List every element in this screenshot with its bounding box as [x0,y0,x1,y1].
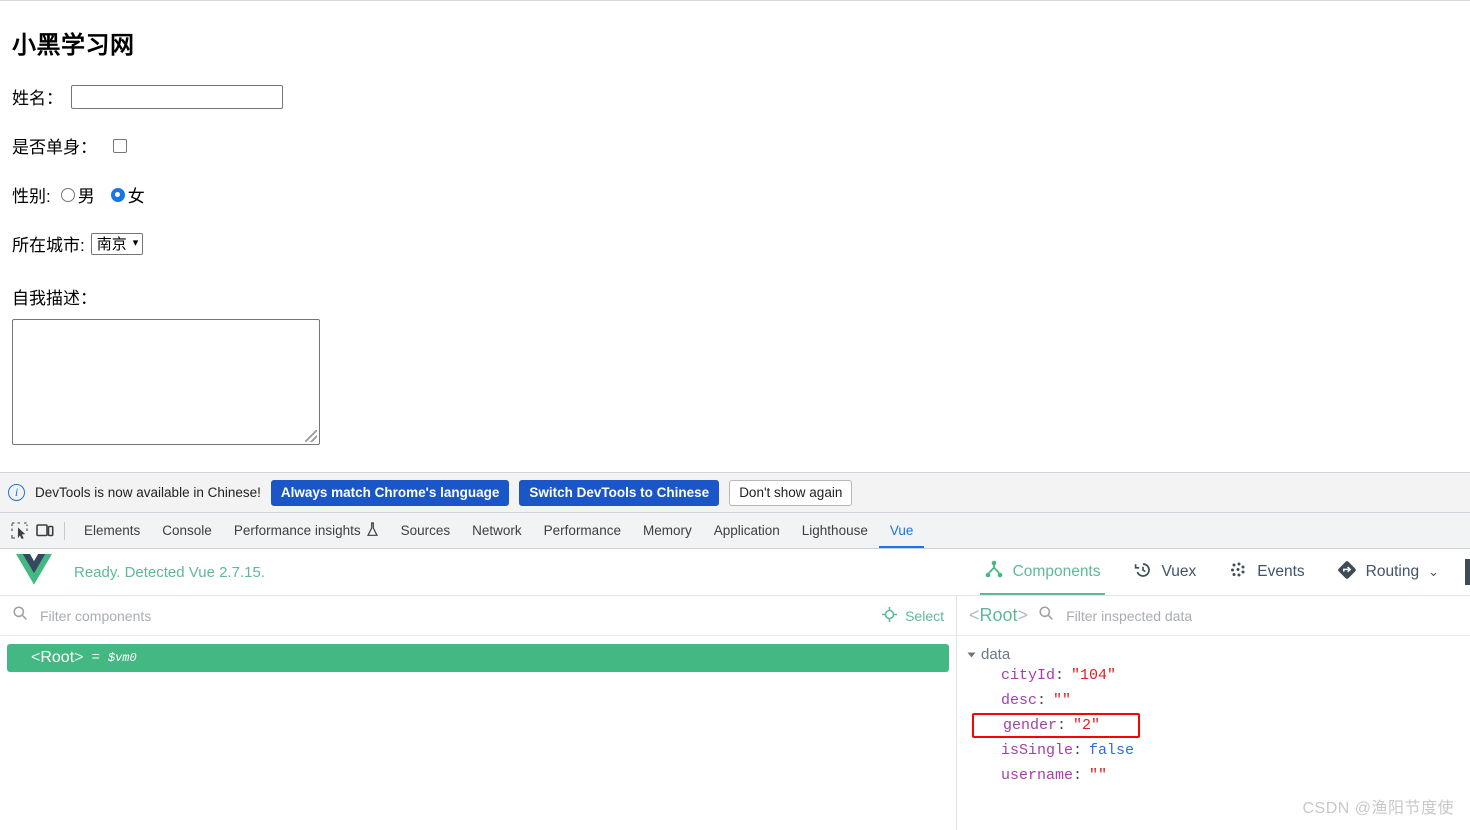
banner-message: DevTools is now available in Chinese! [35,485,261,500]
data-entry-desc[interactable]: desc: "" [969,688,1470,713]
is-single-field-row: 是否单身： [12,133,1462,158]
is-single-checkbox[interactable] [113,138,127,153]
filter-inspected-data-input[interactable] [1064,606,1458,625]
vue-nav-events-label: Events [1257,563,1305,580]
chevron-down-icon: ▾ [132,237,139,249]
desc-label: 自我描述： [12,289,97,308]
inspected-data-tree: data cityId: "104" desc: "" gender: "2" … [957,636,1470,788]
vue-nav-components-label: Components [1012,563,1101,580]
inspected-component-name: <Root> [969,605,1029,625]
desc-textarea[interactable] [12,319,320,445]
tab-vue[interactable]: Vue [879,513,925,548]
web-page-content: 小黑学习网 姓名： 是否单身： 性别: 男 女 所在城市: 南京 ▾ 自我描述： [0,0,1470,472]
vue-devtools-header: Ready. Detected Vue 2.7.15. Components V… [0,549,1470,596]
data-entry-username[interactable]: username: "" [969,763,1470,788]
filter-components-input[interactable] [38,606,872,625]
username-input[interactable] [71,84,283,109]
tab-console[interactable]: Console [151,513,223,548]
data-key: desc [1001,692,1038,709]
gender-male-label: 男 [77,187,95,206]
username-field-row: 姓名： [12,84,1462,109]
device-toolbar-icon[interactable] [32,518,58,544]
gender-radio-group: 男 女 [51,182,151,207]
city-select-value: 南京 [96,236,127,253]
vue-nav-vuex-label: Vuex [1161,563,1197,580]
devtools-language-banner: i DevTools is now available in Chinese! … [0,472,1470,513]
search-icon [12,605,28,626]
always-match-language-button[interactable]: Always match Chrome's language [270,479,510,506]
component-tree-vm-ref: $vm0 [107,651,137,665]
components-icon [984,560,1004,585]
data-value: "" [1053,692,1072,709]
search-icon [1038,605,1054,626]
component-tree-equals: = [91,650,100,666]
gender-male-radio[interactable] [60,187,75,202]
data-value: "2" [1073,717,1101,734]
vue-nav-routing-label: Routing [1365,563,1420,580]
info-icon: i [8,484,25,501]
data-entry-cityId[interactable]: cityId: "104" [969,663,1470,688]
gender-label: 性别: [12,187,51,206]
data-value: "104" [1071,667,1117,684]
city-field-row: 所在城市: 南京 ▾ [12,231,1462,256]
vue-nav-components[interactable]: Components [968,549,1117,595]
chevron-down-icon[interactable]: ⌄ [1428,564,1439,580]
csdn-watermark: CSDN @渔阳节度使 [1302,800,1454,817]
tab-elements[interactable]: Elements [73,513,151,548]
city-select[interactable]: 南京 ▾ [90,232,144,255]
vue-nav-overflow-edge[interactable] [1465,559,1470,585]
gender-field-row: 性别: 男 女 [12,182,1462,207]
gender-female-radio[interactable] [110,187,125,202]
switch-devtools-language-button[interactable]: Switch DevTools to Chinese [519,479,720,506]
crosshair-icon [881,606,898,626]
events-dots-icon [1228,560,1248,585]
vue-status-text: Ready. Detected Vue 2.7.15. [74,563,265,581]
tab-lighthouse[interactable]: Lighthouse [791,513,879,548]
resize-grip-icon[interactable] [305,430,317,442]
vue-nav-routing[interactable]: Routing ⌄ [1321,549,1455,595]
select-component-button[interactable]: Select [881,606,944,626]
vue-nav-events[interactable]: Events [1212,549,1320,595]
dont-show-again-button[interactable]: Don't show again [729,479,853,506]
data-section-label: data [981,646,1011,663]
data-key: cityId [1001,667,1056,684]
inspect-element-icon[interactable] [6,518,32,544]
devtools-tab-bar: Elements Console Performance insights So… [0,513,1470,549]
data-value: "" [1089,767,1108,784]
page-title: 小黑学习网 [12,32,135,59]
vue-components-panel: Select <Root> = $vm0 [0,596,956,830]
tab-performance-insights[interactable]: Performance insights [223,513,390,548]
tab-network[interactable]: Network [461,513,533,548]
vuex-history-icon [1133,560,1153,585]
tab-sources[interactable]: Sources [390,513,462,548]
flask-icon [366,521,379,540]
vue-nav-vuex[interactable]: Vuex [1117,549,1213,595]
data-key: isSingle [1001,742,1074,759]
toolbar-divider [64,521,65,540]
username-label: 姓名： [12,89,63,108]
is-single-label: 是否单身： [12,138,97,157]
component-tree-root-tag: <Root> [31,649,84,666]
vue-logo-icon [16,554,52,590]
routing-diamond-icon [1337,560,1357,585]
gender-female-label: 女 [127,187,145,206]
component-tree-row-root[interactable]: <Root> = $vm0 [7,644,949,672]
data-key: username [1001,767,1074,784]
tab-memory[interactable]: Memory [632,513,703,548]
data-section-toggle[interactable]: data [967,646,1470,663]
data-key: gender [1003,717,1058,734]
select-component-label: Select [905,607,944,624]
vue-nav: Components Vuex Events Routing ⌄ [968,549,1470,595]
data-entry-gender[interactable]: gender: "2" [972,713,1140,738]
city-label: 所在城市: [12,236,85,255]
triangle-down-icon [967,652,976,657]
tab-performance[interactable]: Performance [533,513,632,548]
data-value: false [1089,742,1135,759]
components-filter-row: Select [0,596,956,636]
tab-performance-insights-label: Performance insights [233,523,361,538]
inspector-filter-row: <Root> [957,596,1470,636]
tab-application[interactable]: Application [703,513,791,548]
data-entry-isSingle[interactable]: isSingle: false [969,738,1470,763]
